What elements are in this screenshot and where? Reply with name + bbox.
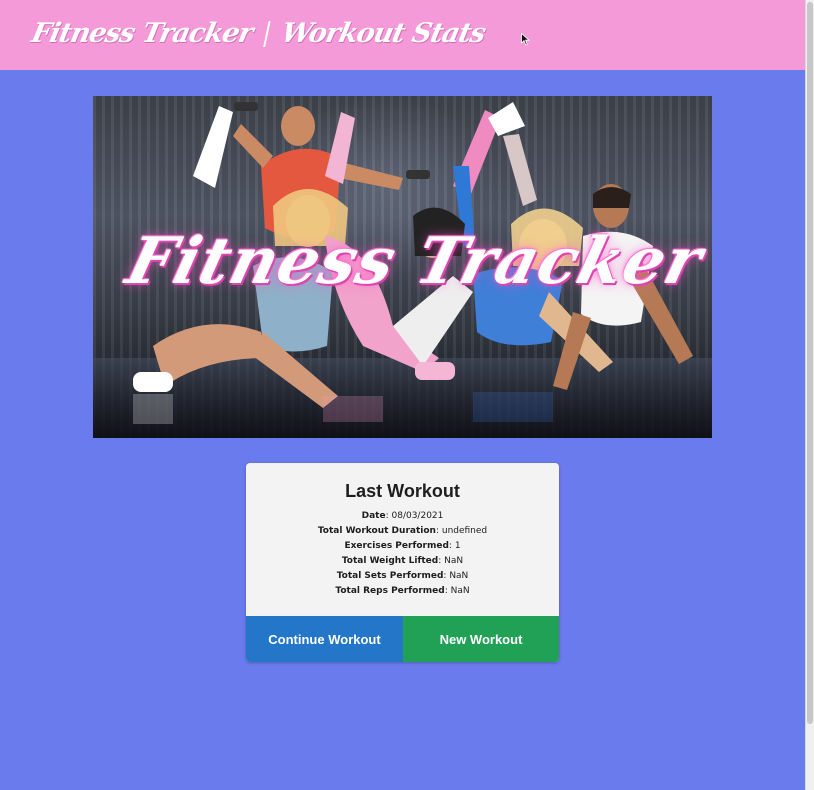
- hero-image: Fitness Tracker: [93, 96, 712, 438]
- stat-value: 1: [454, 541, 461, 551]
- stat-value: undefined: [441, 526, 488, 536]
- stat-total-reps: Total Reps Performed: NaN: [335, 586, 470, 596]
- stat-label: Total Reps Performed: [335, 586, 445, 596]
- hero-logo-text: Fitness Tracker: [119, 224, 711, 299]
- stat-label: Exercises Performed: [344, 541, 449, 551]
- stat-value: NaN: [444, 556, 464, 566]
- stat-value: NaN: [450, 586, 470, 596]
- workout-stats-list: Date: 08/03/2021 Total Workout Duration:…: [246, 509, 559, 599]
- mouse-pointer-icon: [521, 33, 530, 46]
- page: Fitness Tracker Workout Stats Fitness Tr…: [0, 0, 806, 790]
- stat-exercises-performed: Exercises Performed: 1: [344, 541, 461, 551]
- stat-total-duration: Total Workout Duration: undefined: [317, 526, 488, 536]
- stat-total-weight: Total Weight Lifted: NaN: [341, 556, 464, 566]
- stat-label: Total Weight Lifted: [341, 556, 439, 566]
- last-workout-title: Last Workout: [345, 481, 460, 501]
- navbar-brand: Fitness Tracker Workout Stats: [29, 18, 488, 49]
- navbar-divider: [263, 20, 271, 47]
- stat-value: NaN: [449, 571, 469, 581]
- stat-value: 08/03/2021: [391, 511, 444, 521]
- stat-total-sets: Total Sets Performed: NaN: [336, 571, 469, 581]
- last-workout-card: Last Workout Date: 08/03/2021 Total Work…: [246, 463, 559, 662]
- new-workout-button[interactable]: New Workout: [403, 616, 559, 662]
- workout-stats-link[interactable]: Workout Stats: [279, 18, 488, 49]
- stat-label: Total Sets Performed: [336, 571, 444, 581]
- home-link[interactable]: Fitness Tracker: [29, 18, 255, 49]
- navbar: Fitness Tracker Workout Stats: [0, 0, 806, 70]
- stat-label: Total Workout Duration: [317, 526, 436, 536]
- vertical-scrollbar[interactable]: [805, 0, 814, 790]
- scrollbar-thumb[interactable]: [807, 2, 813, 724]
- continue-workout-button[interactable]: Continue Workout: [246, 616, 403, 662]
- stat-label: Date: [361, 511, 386, 521]
- stat-date: Date: 08/03/2021: [361, 511, 444, 521]
